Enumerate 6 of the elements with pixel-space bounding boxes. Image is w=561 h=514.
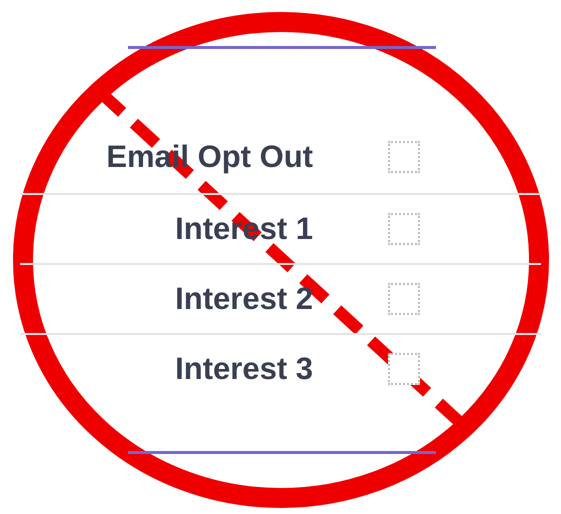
checkbox[interactable] — [388, 353, 420, 385]
checkbox[interactable] — [388, 283, 420, 315]
checkbox[interactable] — [388, 141, 420, 173]
field-label: Interest 3 — [175, 351, 313, 387]
field-label: Interest 2 — [175, 281, 313, 317]
checkbox[interactable] — [388, 213, 420, 245]
